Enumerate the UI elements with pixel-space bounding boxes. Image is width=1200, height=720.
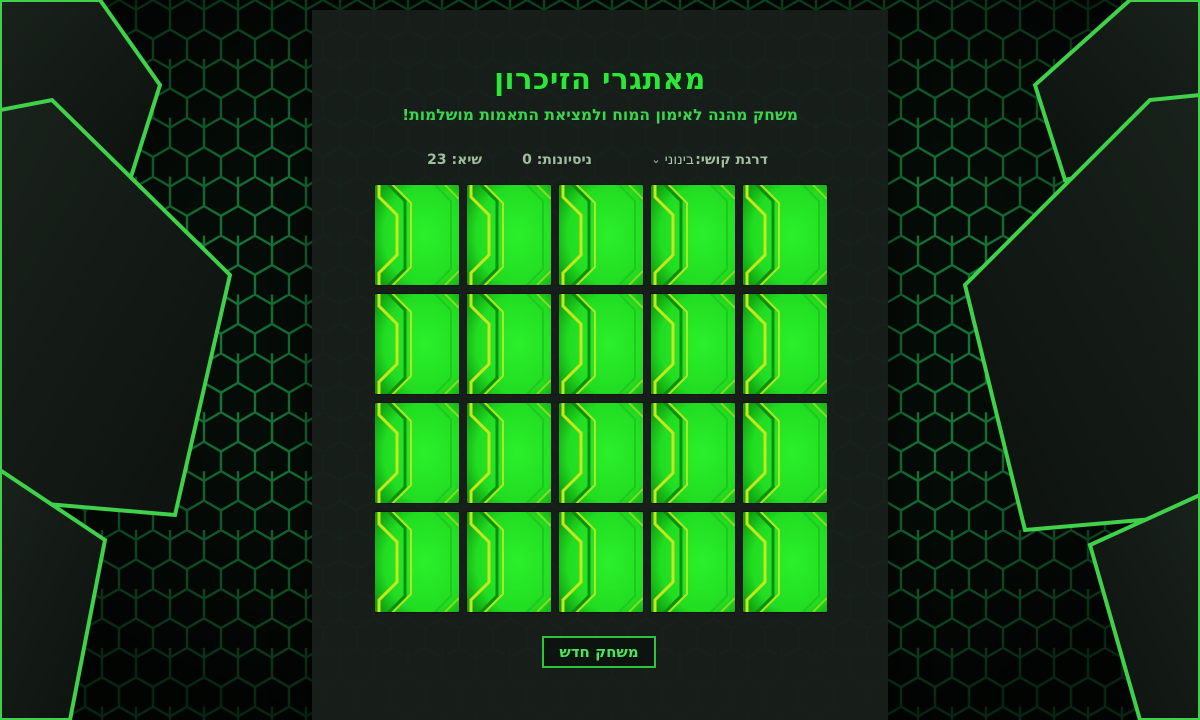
memory-card[interactable] bbox=[651, 512, 735, 612]
memory-card[interactable] bbox=[651, 185, 735, 285]
card-back-pattern bbox=[375, 512, 459, 612]
difficulty-select[interactable]: בינוני⌄ bbox=[651, 152, 694, 168]
game-subtitle: משחק מהנה לאימון המוח ולמציאת התאמות מוש… bbox=[402, 106, 798, 124]
difficulty-value: בינוני bbox=[664, 152, 694, 168]
card-back-pattern bbox=[467, 512, 551, 612]
memory-card[interactable] bbox=[743, 512, 827, 612]
memory-card[interactable] bbox=[375, 403, 459, 503]
card-board bbox=[375, 185, 827, 612]
new-game-button[interactable]: משחק חדש bbox=[542, 636, 656, 668]
memory-card[interactable] bbox=[651, 294, 735, 394]
card-back-pattern bbox=[651, 512, 735, 612]
memory-card[interactable] bbox=[467, 403, 551, 503]
memory-card[interactable] bbox=[743, 294, 827, 394]
card-back-pattern bbox=[467, 294, 551, 394]
memory-card[interactable] bbox=[743, 403, 827, 503]
card-back-pattern bbox=[651, 185, 735, 285]
memory-card[interactable] bbox=[651, 403, 735, 503]
card-back-pattern bbox=[375, 185, 459, 285]
memory-card[interactable] bbox=[375, 512, 459, 612]
chevron-down-icon: ⌄ bbox=[651, 153, 661, 166]
card-back-pattern bbox=[743, 294, 827, 394]
card-back-pattern bbox=[559, 512, 643, 612]
card-back-pattern bbox=[559, 403, 643, 503]
stats-bar: דרגת קושי: בינוני⌄ ניסיונות: 0 שיא: 23 bbox=[312, 152, 888, 172]
game-panel: מאתגרי הזיכרון משחק מהנה לאימון המוח ולמ… bbox=[312, 10, 888, 720]
card-back-pattern bbox=[743, 185, 827, 285]
best-score: שיא: 23 bbox=[427, 152, 482, 168]
memory-card[interactable] bbox=[743, 185, 827, 285]
memory-card[interactable] bbox=[375, 185, 459, 285]
card-back-pattern bbox=[467, 403, 551, 503]
memory-card[interactable] bbox=[467, 512, 551, 612]
attempts-counter: ניסיונות: 0 bbox=[522, 152, 592, 168]
memory-card[interactable] bbox=[559, 403, 643, 503]
memory-card[interactable] bbox=[467, 185, 551, 285]
card-back-pattern bbox=[559, 185, 643, 285]
card-back-pattern bbox=[743, 403, 827, 503]
card-back-pattern bbox=[375, 403, 459, 503]
memory-card[interactable] bbox=[559, 294, 643, 394]
card-back-pattern bbox=[651, 294, 735, 394]
card-back-pattern bbox=[559, 294, 643, 394]
memory-card[interactable] bbox=[559, 512, 643, 612]
game-screen: מאתגרי הזיכרון משחק מהנה לאימון המוח ולמ… bbox=[0, 0, 1200, 720]
card-back-pattern bbox=[375, 294, 459, 394]
memory-card[interactable] bbox=[375, 294, 459, 394]
game-title: מאתגרי הזיכרון bbox=[494, 62, 706, 96]
card-back-pattern bbox=[467, 185, 551, 285]
memory-card[interactable] bbox=[559, 185, 643, 285]
card-back-pattern bbox=[743, 512, 827, 612]
difficulty-label: דרגת קושי: bbox=[695, 152, 768, 168]
card-back-pattern bbox=[651, 403, 735, 503]
memory-card[interactable] bbox=[467, 294, 551, 394]
